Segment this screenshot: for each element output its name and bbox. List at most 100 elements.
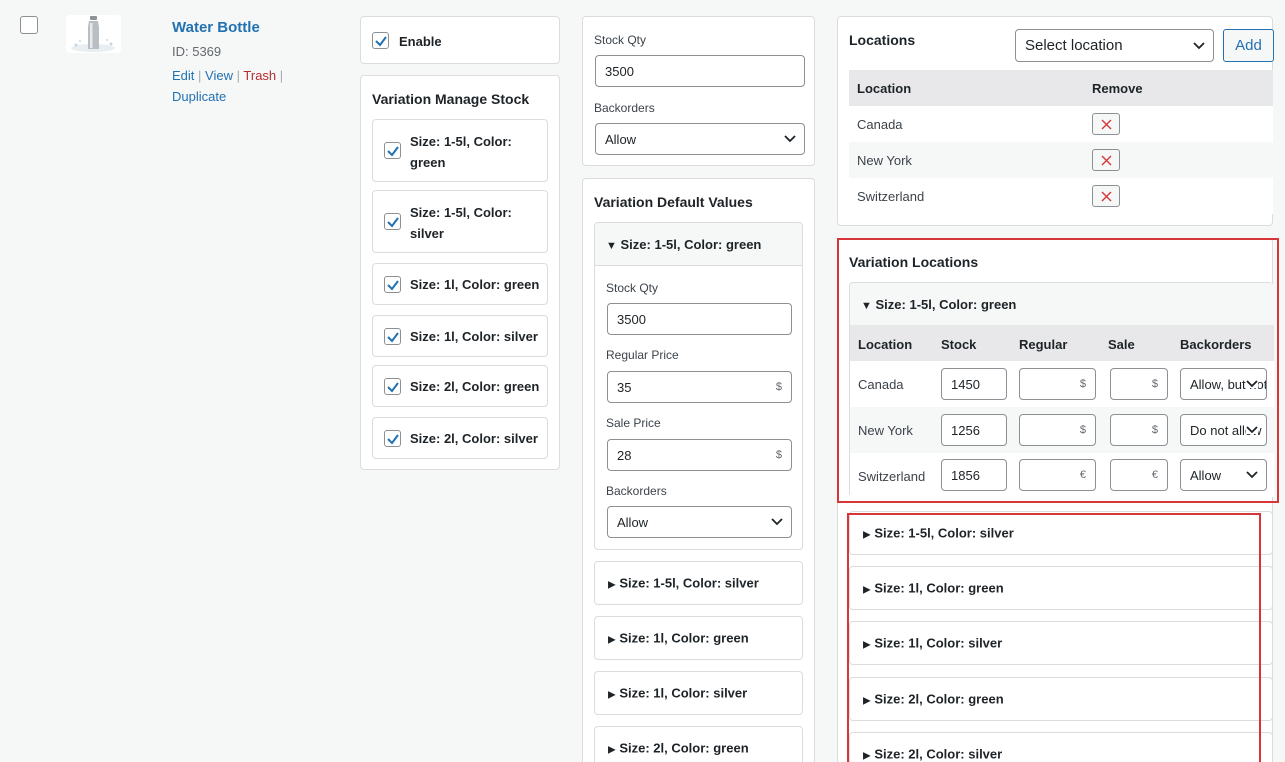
manage-stock-item: Size: 1l, Color: green bbox=[372, 263, 548, 305]
default-stock-label: Stock Qty bbox=[606, 281, 659, 295]
edit-link[interactable]: Edit bbox=[172, 68, 194, 83]
product-id: ID: 5369 bbox=[172, 44, 222, 59]
locations-table: Location Remove Canada New York Switzerl… bbox=[849, 70, 1273, 214]
action-separator: | bbox=[198, 68, 202, 83]
product-thumbnail[interactable] bbox=[66, 15, 121, 53]
triangle-right-icon: ▶ bbox=[608, 579, 616, 591]
checkmark-icon bbox=[375, 36, 387, 47]
default-sale-value: 28 bbox=[617, 447, 632, 463]
column-header: Remove bbox=[1092, 81, 1143, 96]
default-variation-collapsed[interactable]: ▶ Size: 1l, Color: silver bbox=[594, 671, 803, 715]
manage-stock-checkbox[interactable] bbox=[384, 328, 401, 345]
checkmark-icon bbox=[387, 280, 399, 291]
manage-stock-checkbox[interactable] bbox=[384, 378, 401, 395]
backorders-label: Backorders bbox=[594, 101, 655, 115]
locations-panel: Locations Select location Add Location R… bbox=[837, 16, 1274, 226]
stock-panel: Stock Qty 3500 Backorders Allow bbox=[582, 16, 815, 166]
variation-manage-stock-title: Variation Manage Stock bbox=[372, 91, 530, 107]
manage-stock-item: Size: 2l, Color: silver bbox=[372, 417, 548, 459]
default-regular-input[interactable]: 35 $ bbox=[607, 371, 792, 403]
default-stock-value: 3500 bbox=[617, 311, 646, 327]
default-sale-label: Sale Price bbox=[606, 416, 661, 430]
accordion-header[interactable]: ▼ Size: 1-5l, Color: green bbox=[595, 223, 802, 266]
backorders-select[interactable]: Allow bbox=[595, 123, 805, 155]
remove-location-button[interactable] bbox=[1092, 149, 1120, 171]
manage-stock-item: Size: 2l, Color: green bbox=[372, 365, 548, 407]
accordion-title: ▶ Size: 1l, Color: silver bbox=[608, 686, 747, 701]
row-actions: Edit | View | Trash | bbox=[172, 68, 283, 83]
accordion-title-text: Size: 2l, Color: green bbox=[619, 740, 749, 756]
add-location-button[interactable]: Add bbox=[1223, 29, 1274, 62]
close-icon bbox=[1101, 119, 1112, 130]
manage-stock-checkbox[interactable] bbox=[384, 142, 401, 159]
manage-stock-checkbox[interactable] bbox=[384, 430, 401, 447]
view-link[interactable]: View bbox=[205, 68, 233, 83]
accordion-title-text: Size: 1l, Color: silver bbox=[619, 685, 748, 701]
accordion-title-text: Size: 1l, Color: green bbox=[619, 630, 749, 646]
default-variation-collapsed[interactable]: ▶ Size: 2l, Color: green bbox=[594, 726, 803, 762]
backorders-value: Allow bbox=[605, 131, 637, 147]
product-name-link[interactable]: Water Bottle bbox=[172, 19, 260, 36]
manage-stock-label: Size: 1-5l, Color: silver bbox=[410, 205, 512, 241]
location-name: Canada bbox=[857, 117, 903, 132]
checkmark-icon bbox=[387, 434, 399, 445]
locations-table-header: Location Remove bbox=[849, 70, 1273, 106]
currency-symbol: $ bbox=[775, 381, 782, 393]
default-regular-label: Regular Price bbox=[606, 348, 679, 362]
manage-stock-label: Size: 1l, Color: green bbox=[410, 277, 540, 292]
enable-panel: Enable bbox=[360, 16, 560, 64]
triangle-down-icon: ▼ bbox=[606, 240, 617, 252]
column-header: Location bbox=[857, 81, 912, 96]
stock-qty-input[interactable]: 3500 bbox=[595, 55, 805, 87]
manage-stock-item: Size: 1-5l, Color: silver bbox=[372, 190, 548, 253]
default-variation-collapsed[interactable]: ▶ Size: 1-5l, Color: silver bbox=[594, 561, 803, 605]
default-backorders-value: Allow bbox=[617, 514, 649, 530]
select-location-placeholder: Select location bbox=[1025, 37, 1123, 54]
checkmark-icon bbox=[387, 146, 399, 157]
location-name: Switzerland bbox=[857, 189, 925, 204]
accordion-title: ▶ Size: 1l, Color: green bbox=[608, 631, 749, 646]
default-variation-expanded: ▼ Size: 1-5l, Color: green Stock Qty 350… bbox=[594, 222, 803, 550]
manage-stock-checkbox[interactable] bbox=[384, 276, 401, 293]
enable-checkbox[interactable] bbox=[372, 32, 389, 49]
select-location-dropdown[interactable]: Select location bbox=[1015, 29, 1214, 62]
variation-defaults-title: Variation Default Values bbox=[594, 194, 753, 210]
checkmark-icon bbox=[387, 332, 399, 343]
triangle-right-icon: ▶ bbox=[608, 744, 616, 756]
default-backorders-select[interactable]: Allow bbox=[607, 506, 792, 538]
checkmark-icon bbox=[387, 217, 399, 228]
close-icon bbox=[1101, 155, 1112, 166]
default-backorders-label: Backorders bbox=[606, 484, 667, 498]
remove-location-button[interactable] bbox=[1092, 113, 1120, 135]
accordion-title-text: Size: 1-5l, Color: green bbox=[620, 237, 762, 252]
manage-stock-label: Size: 1-5l, Color: green bbox=[410, 134, 512, 170]
table-row: Switzerland bbox=[849, 178, 1273, 214]
manage-stock-item: Size: 1-5l, Color: green bbox=[372, 119, 548, 182]
close-icon bbox=[1101, 191, 1112, 202]
duplicate-link[interactable]: Duplicate bbox=[172, 89, 226, 104]
stock-qty-value: 3500 bbox=[605, 63, 634, 79]
currency-symbol: $ bbox=[775, 449, 782, 461]
manage-stock-item: Size: 1l, Color: silver bbox=[372, 315, 548, 357]
action-separator: | bbox=[279, 68, 284, 83]
remove-location-button[interactable] bbox=[1092, 185, 1120, 207]
triangle-right-icon: ▶ bbox=[608, 634, 616, 646]
action-separator: | bbox=[236, 68, 241, 83]
add-location-label: Add bbox=[1235, 37, 1262, 54]
triangle-right-icon: ▶ bbox=[608, 689, 616, 701]
manage-stock-checkbox[interactable] bbox=[384, 213, 401, 230]
default-regular-value: 35 bbox=[617, 379, 632, 395]
accordion-title: ▶ Size: 2l, Color: green bbox=[608, 741, 749, 756]
default-sale-input[interactable]: 28 $ bbox=[607, 439, 792, 471]
row-select-checkbox[interactable] bbox=[20, 16, 38, 34]
trash-link[interactable]: Trash bbox=[243, 68, 276, 83]
chevron-down-icon bbox=[1193, 41, 1205, 49]
default-variation-collapsed[interactable]: ▶ Size: 1l, Color: green bbox=[594, 616, 803, 660]
highlight-collapsed-variations bbox=[847, 513, 1261, 762]
highlight-expanded-variation bbox=[837, 238, 1279, 503]
manage-stock-label: Size: 1l, Color: silver bbox=[410, 329, 538, 344]
locations-title: Locations bbox=[849, 32, 916, 48]
location-name: New York bbox=[857, 153, 912, 168]
default-stock-input[interactable]: 3500 bbox=[607, 303, 792, 335]
accordion-title-text: Size: 1-5l, Color: silver bbox=[619, 575, 759, 591]
